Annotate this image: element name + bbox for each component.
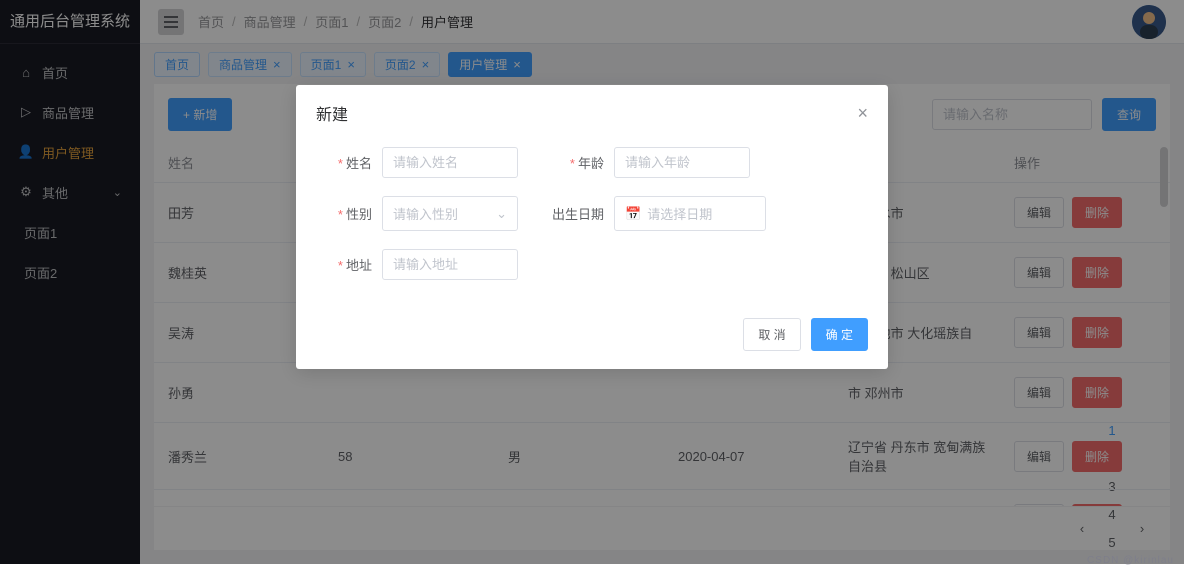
select-gender[interactable]: 请输入性别⌄: [382, 196, 518, 231]
label-age: *年龄: [548, 153, 604, 172]
chevron-down-icon: ⌄: [496, 206, 507, 222]
calendar-icon: 📅: [625, 206, 641, 222]
dialog-title: 新建: [316, 101, 348, 125]
label-gender: *性别: [316, 204, 372, 223]
input-birthdate[interactable]: 📅请选择日期: [614, 196, 766, 231]
dialog-close-button[interactable]: ×: [857, 103, 868, 124]
label-birth: 出生日期: [548, 204, 604, 223]
label-name: *姓名: [316, 153, 372, 172]
input-address[interactable]: [382, 249, 518, 280]
input-name[interactable]: [382, 147, 518, 178]
ok-button[interactable]: 确 定: [811, 318, 868, 351]
input-age[interactable]: [614, 147, 750, 178]
watermark: CSDN @kirinlau: [1087, 555, 1174, 566]
cancel-button[interactable]: 取 消: [743, 318, 800, 351]
dialog-mask[interactable]: 新建 × *姓名 *年龄 *性别 请输入性别⌄ 出生日期: [0, 0, 1184, 564]
dialog-create: 新建 × *姓名 *年龄 *性别 请输入性别⌄ 出生日期: [296, 85, 888, 369]
label-address: *地址: [316, 255, 372, 274]
